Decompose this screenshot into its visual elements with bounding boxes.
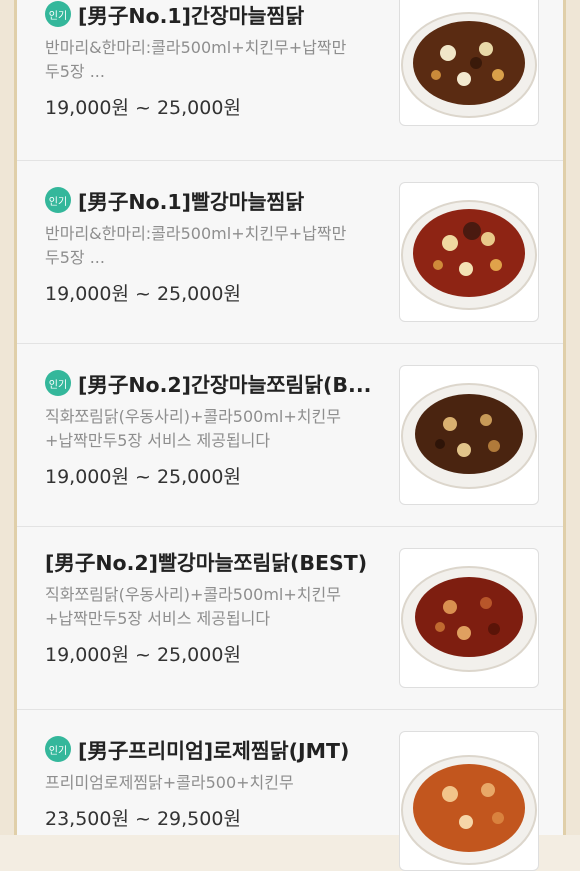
- red-braised-chicken-dish-image: [399, 182, 539, 322]
- menu-list: 인기 [男子No.1]간장마늘찜닭 반마리&한마리:콜라500ml+치킨무+납짝…: [17, 0, 563, 871]
- soy-braised-chicken-dish-image: [399, 0, 539, 126]
- description-line: 두5장 ...: [45, 62, 105, 81]
- red-glazed-chicken-dish-image: [399, 548, 539, 688]
- menu-item-price: 19,000원 ~ 25,000원: [45, 644, 241, 666]
- description-line: 직화쪼림닭(우동사리)+콜라500ml+치킨무: [45, 407, 341, 426]
- description-line: 프리미엄로제찜닭+콜라500+치킨무: [45, 773, 294, 792]
- popular-badge: 인기: [45, 370, 71, 396]
- menu-item-price: 19,000원 ~ 25,000원: [45, 283, 241, 305]
- soy-glazed-chicken-dish-image: [399, 365, 539, 505]
- menu-item-title: [男子No.2]빨강마늘쪼림닭(BEST): [45, 551, 368, 575]
- menu-item-title: [男子프리미엄]로제찜닭(JMT): [78, 739, 350, 763]
- left-frame-border: [0, 0, 17, 835]
- popular-badge: 인기: [45, 736, 71, 762]
- description-line: 반마리&한마리:콜라500ml+치킨무+납짝만: [45, 224, 347, 243]
- menu-item-title: [男子No.1]빨강마늘찜닭: [78, 190, 305, 214]
- right-frame-border: [563, 0, 580, 835]
- description-line: 두5장 ...: [45, 248, 105, 267]
- description-line: +납짝만두5장 서비스 제공됩니다: [45, 431, 271, 450]
- description-line: 반마리&한마리:콜라500ml+치킨무+납짝만: [45, 38, 347, 57]
- menu-item-description: 직화쪼림닭(우동사리)+콜라500ml+치킨무 +납짝만두5장 서비스 제공됩니…: [45, 405, 385, 453]
- menu-item[interactable]: [男子No.2]빨강마늘쪼림닭(BEST) 직화쪼림닭(우동사리)+콜라500m…: [17, 526, 563, 710]
- description-line: +납짝만두5장 서비스 제공됩니다: [45, 609, 271, 628]
- rose-braised-chicken-dish-image: [399, 731, 539, 871]
- menu-item-price: 23,500원 ~ 29,500원: [45, 808, 241, 830]
- menu-item[interactable]: 인기 [男子No.1]간장마늘찜닭 반마리&한마리:콜라500ml+치킨무+납짝…: [17, 0, 563, 161]
- menu-item[interactable]: 인기 [男子No.2]간장마늘쪼림닭(B... 직화쪼림닭(우동사리)+콜라50…: [17, 343, 563, 527]
- menu-item[interactable]: 인기 [男子프리미엄]로제찜닭(JMT) 프리미엄로제찜닭+콜라500+치킨무 …: [17, 709, 563, 871]
- menu-item-price: 19,000원 ~ 25,000원: [45, 466, 241, 488]
- menu-item-description: 직화쪼림닭(우동사리)+콜라500ml+치킨무 +납짝만두5장 서비스 제공됩니…: [45, 583, 385, 631]
- description-line: 직화쪼림닭(우동사리)+콜라500ml+치킨무: [45, 585, 341, 604]
- menu-item-description: 프리미엄로제찜닭+콜라500+치킨무: [45, 771, 385, 795]
- menu-item-title: [男子No.1]간장마늘찜닭: [78, 4, 305, 28]
- popular-badge: 인기: [45, 1, 71, 27]
- menu-item[interactable]: 인기 [男子No.1]빨강마늘찜닭 반마리&한마리:콜라500ml+치킨무+납짝…: [17, 160, 563, 344]
- popular-badge: 인기: [45, 187, 71, 213]
- menu-item-title: [男子No.2]간장마늘쪼림닭(B...: [78, 373, 372, 397]
- menu-item-description: 반마리&한마리:콜라500ml+치킨무+납짝만 두5장 ...: [45, 36, 385, 84]
- menu-item-price: 19,000원 ~ 25,000원: [45, 97, 241, 119]
- menu-item-description: 반마리&한마리:콜라500ml+치킨무+납짝만 두5장 ...: [45, 222, 385, 270]
